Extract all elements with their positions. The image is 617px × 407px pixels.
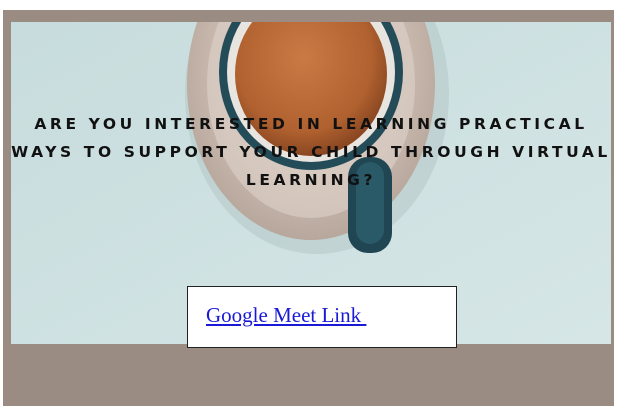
google-meet-link[interactable]: Google Meet Link: [206, 303, 366, 328]
hero-heading: ARE YOU INTERESTED IN LEARNING PRACTICAL…: [11, 115, 611, 189]
meeting-link-box: Google Meet Link: [187, 286, 457, 348]
